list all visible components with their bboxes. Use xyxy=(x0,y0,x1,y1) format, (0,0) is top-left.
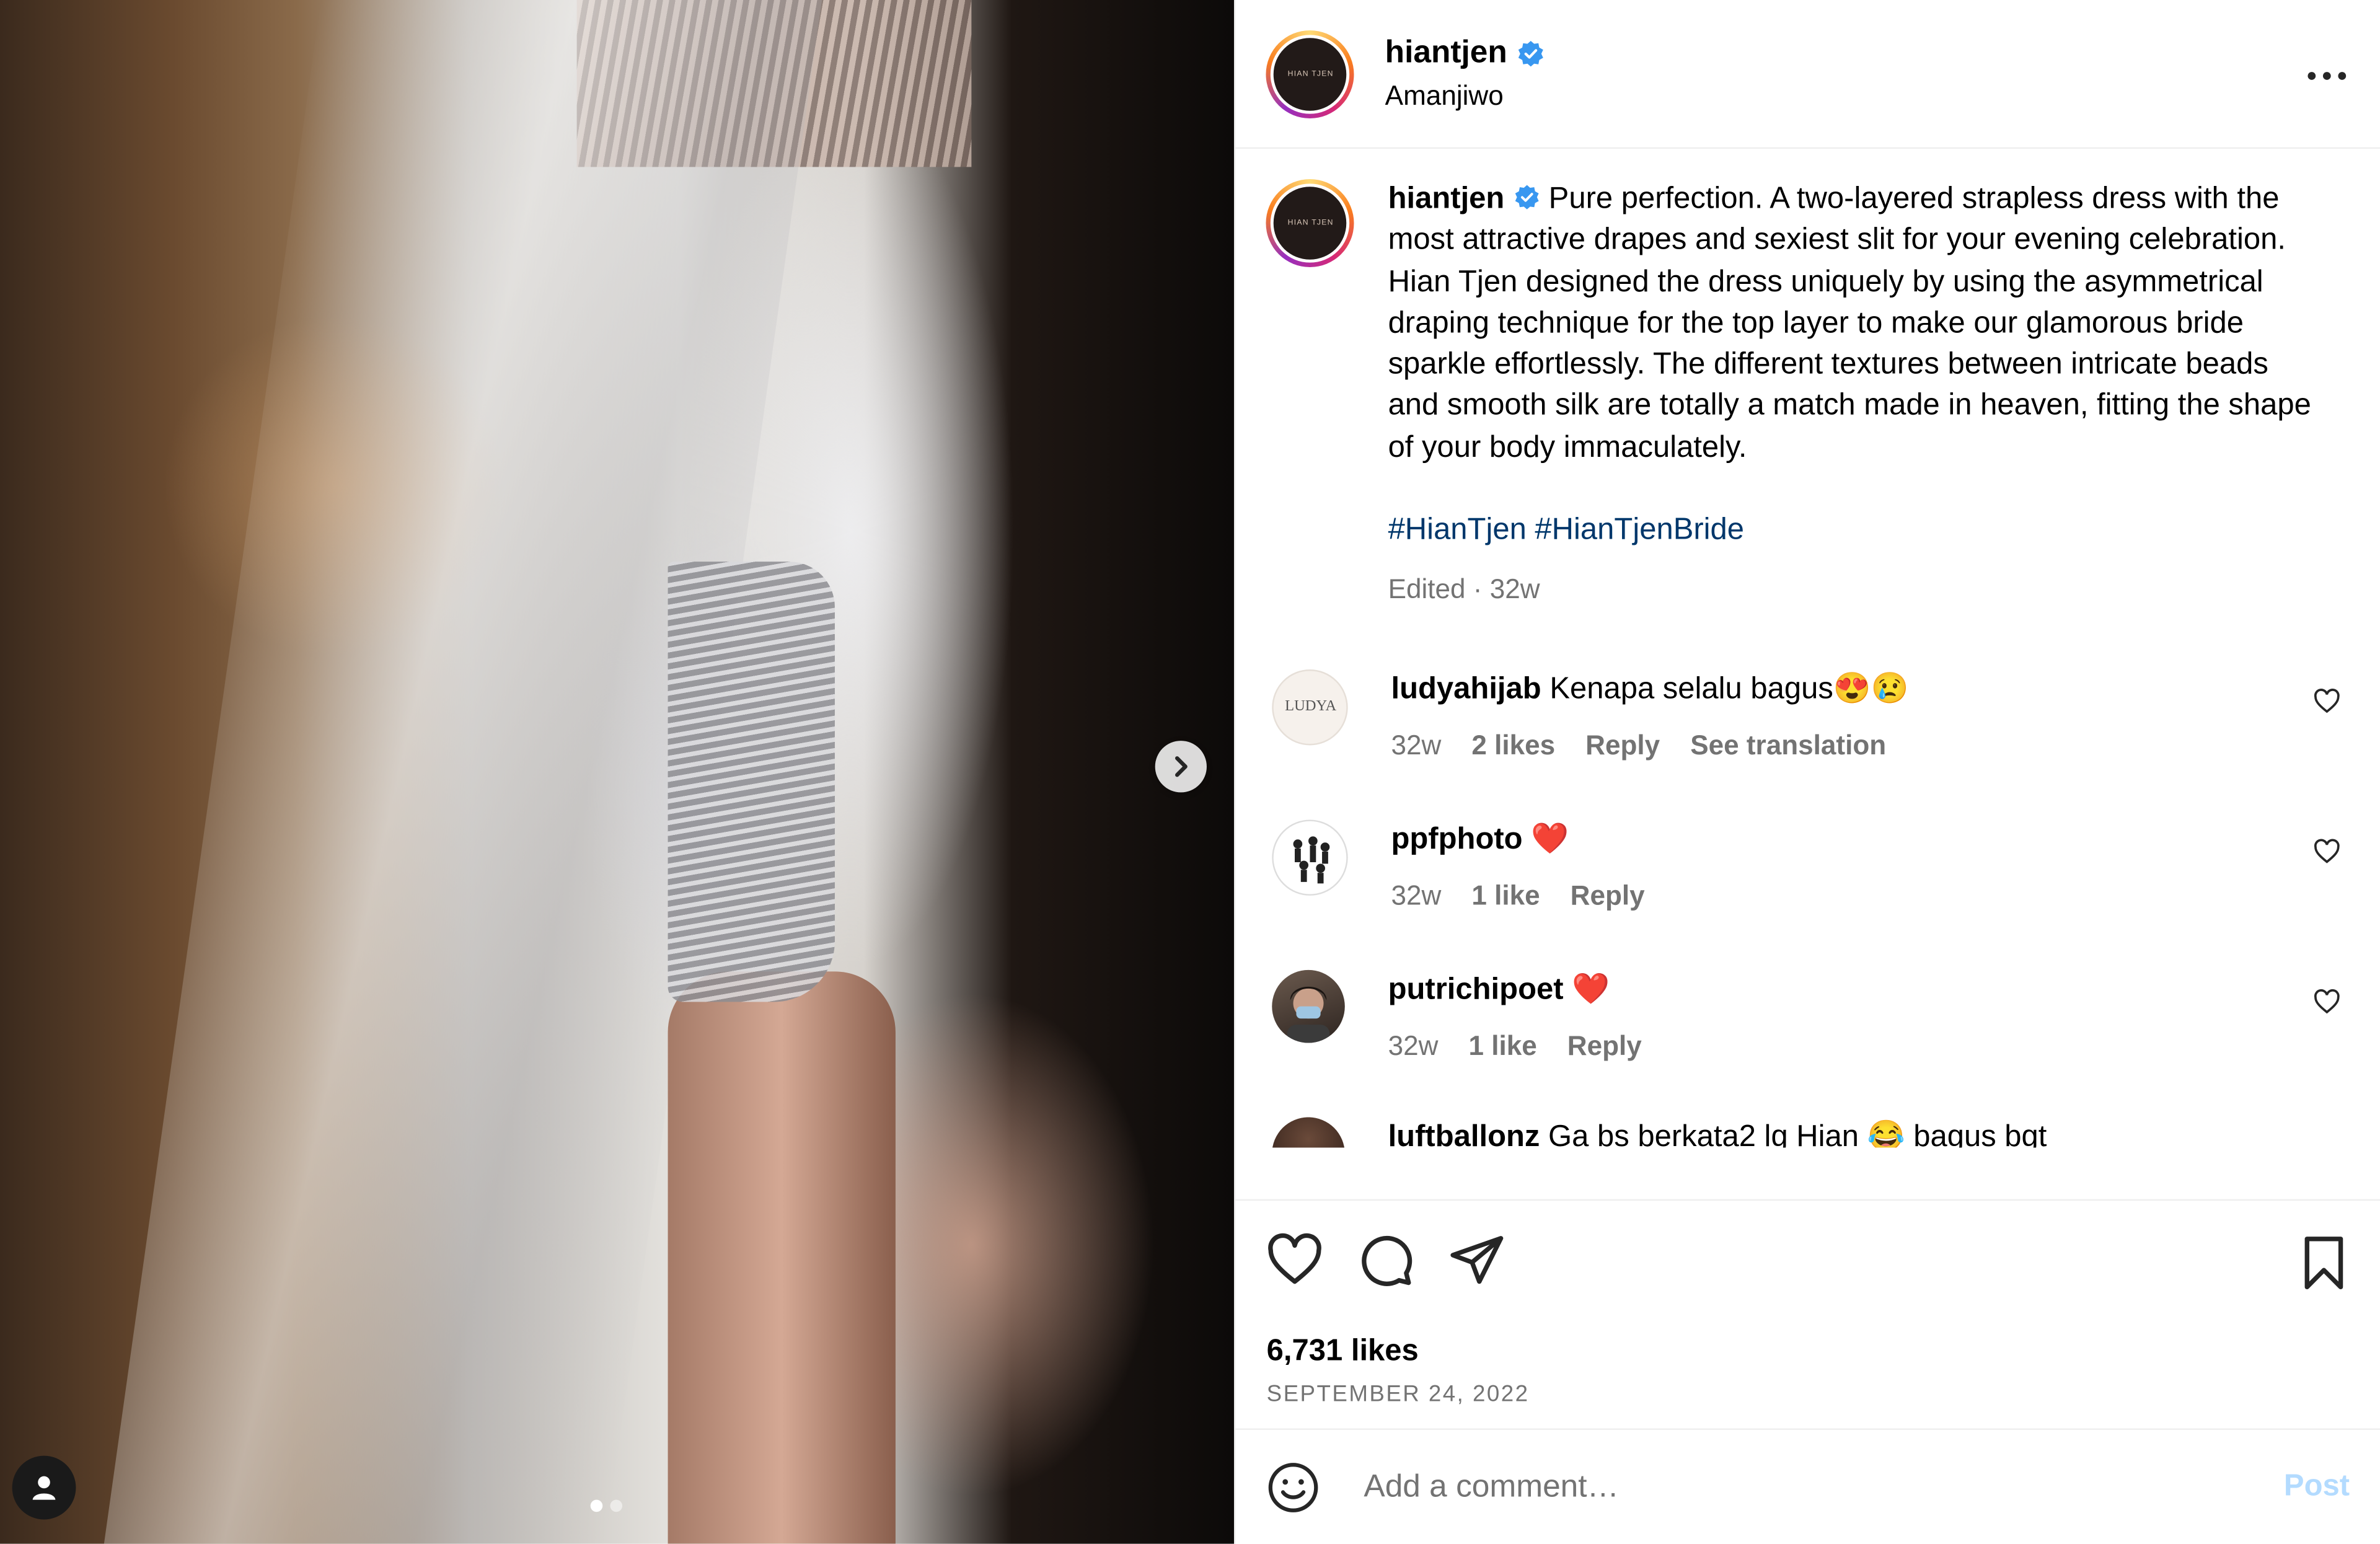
comment-item: putrichipoet ❤️ 32w 1 like Reply xyxy=(1267,969,2350,1062)
comment-likes[interactable]: 1 like xyxy=(1471,880,1540,912)
carousel-indicator xyxy=(590,1499,623,1512)
tagged-users-button[interactable] xyxy=(12,1455,76,1520)
author-username[interactable]: hiantjen xyxy=(1385,35,1507,71)
chevron-right-icon xyxy=(1175,756,1188,777)
post-comment-button[interactable]: Post xyxy=(2284,1470,2350,1504)
comment-avatar[interactable] xyxy=(1272,1116,1346,1147)
caption-text: Pure perfection. A two-layered strapless… xyxy=(1388,182,2311,464)
emoji-icon[interactable] xyxy=(1267,1460,1321,1514)
face-photo-icon xyxy=(1287,986,1331,1043)
comment-likes[interactable]: 2 likes xyxy=(1471,730,1555,761)
comment-username[interactable]: ppfphoto xyxy=(1391,823,1522,856)
more-options-button[interactable] xyxy=(2307,48,2347,91)
carousel-dot-1 xyxy=(590,1499,603,1512)
author-avatar-logo: HIAN TJEN xyxy=(1274,37,1347,110)
add-comment-bar: Post xyxy=(1236,1428,2380,1544)
comment-likes[interactable]: 1 like xyxy=(1468,1030,1536,1062)
comment-item: LUDYA ludyahijab Kenapa selalu bagus😍😢 3… xyxy=(1267,669,2350,761)
comments-section[interactable]: HIAN TJEN hiantjen Pure perfection. A tw… xyxy=(1236,149,2380,1199)
author-avatar[interactable]: HIAN TJEN xyxy=(1266,29,1355,118)
caption-avatar-logo: HIAN TJEN xyxy=(1274,187,1347,260)
post-date[interactable]: SEPTEMBER 24, 2022 xyxy=(1267,1382,2350,1408)
verified-badge-icon xyxy=(1518,40,1543,66)
comment-username[interactable]: ludyahijab xyxy=(1391,672,1541,705)
comment-like-heart-icon[interactable] xyxy=(2313,987,2340,1015)
comment-text: ❤️ xyxy=(1531,822,1569,856)
comment-avatar-logo: LUDYA xyxy=(1285,698,1337,715)
like-heart-icon[interactable] xyxy=(1267,1231,1324,1289)
user-icon xyxy=(32,1476,56,1500)
comment-text: ❤️ xyxy=(1572,973,1610,1006)
post-caption: HIAN TJEN hiantjen Pure perfection. A tw… xyxy=(1266,179,2350,611)
comment-icon[interactable] xyxy=(1358,1231,1416,1289)
like-count[interactable]: 6,731 likes xyxy=(1267,1334,2350,1369)
caption-hashtags[interactable]: #HianTjen #HianTjenBride xyxy=(1388,510,2322,552)
caption-meta: Edited · 32w xyxy=(1388,574,1540,605)
post-panel: HIAN TJEN hiantjen Amanjiwo HIAN TJEN hi… xyxy=(1235,0,2380,1544)
comment-avatar[interactable]: LUDYA xyxy=(1272,669,1349,745)
comment-item: luftballonz Ga bs berkata2 lg Hian 😂 bag… xyxy=(1267,1116,2350,1147)
caption-author-avatar[interactable]: HIAN TJEN xyxy=(1266,179,1355,268)
carousel-dot-2 xyxy=(610,1499,623,1512)
save-bookmark-icon[interactable] xyxy=(2298,1234,2350,1292)
photo-beaded-layer xyxy=(668,562,835,1002)
comment-time[interactable]: 32w xyxy=(1391,880,1441,912)
photo-leg xyxy=(668,971,896,1544)
ppf-logo-icon xyxy=(1294,836,1331,883)
comment-time[interactable]: 32w xyxy=(1391,730,1441,761)
comment-text: Ga bs berkata2 lg Hian 😂 bagus bgt xyxy=(1548,1119,2047,1147)
comment-username[interactable]: putrichipoet xyxy=(1388,973,1564,1006)
more-dots-icon xyxy=(2307,72,2347,80)
comment-input[interactable] xyxy=(1360,1467,2187,1507)
comment-like-heart-icon[interactable] xyxy=(2313,837,2340,865)
verified-badge-icon xyxy=(1515,185,1538,210)
see-translation-button[interactable]: See translation xyxy=(1690,730,1886,761)
comment-item: ppfphoto ❤️ 32w 1 like Reply xyxy=(1267,819,2350,912)
comment-text: Kenapa selalu bagus😍😢 xyxy=(1549,672,1909,705)
comment-time[interactable]: 32w xyxy=(1388,1030,1439,1062)
comment-username[interactable]: luftballonz xyxy=(1388,1120,1540,1147)
post-location[interactable]: Amanjiwo xyxy=(1385,81,1545,112)
comment-like-heart-icon[interactable] xyxy=(2313,687,2340,715)
post-media xyxy=(0,0,1235,1544)
comment-avatar[interactable] xyxy=(1272,969,1346,1043)
comment-avatar[interactable] xyxy=(1272,819,1349,896)
comment-reply-button[interactable]: Reply xyxy=(1585,730,1660,761)
comment-reply-button[interactable]: Reply xyxy=(1567,1030,1642,1062)
carousel-next-button[interactable] xyxy=(1155,741,1207,793)
post-header: HIAN TJEN hiantjen Amanjiwo xyxy=(1236,0,2380,149)
comment-reply-button[interactable]: Reply xyxy=(1571,880,1645,912)
share-paper-plane-icon[interactable] xyxy=(1449,1231,1507,1289)
post-actions: 6,731 likes SEPTEMBER 24, 2022 xyxy=(1236,1199,2380,1429)
caption-username[interactable]: hiantjen xyxy=(1388,182,1505,216)
